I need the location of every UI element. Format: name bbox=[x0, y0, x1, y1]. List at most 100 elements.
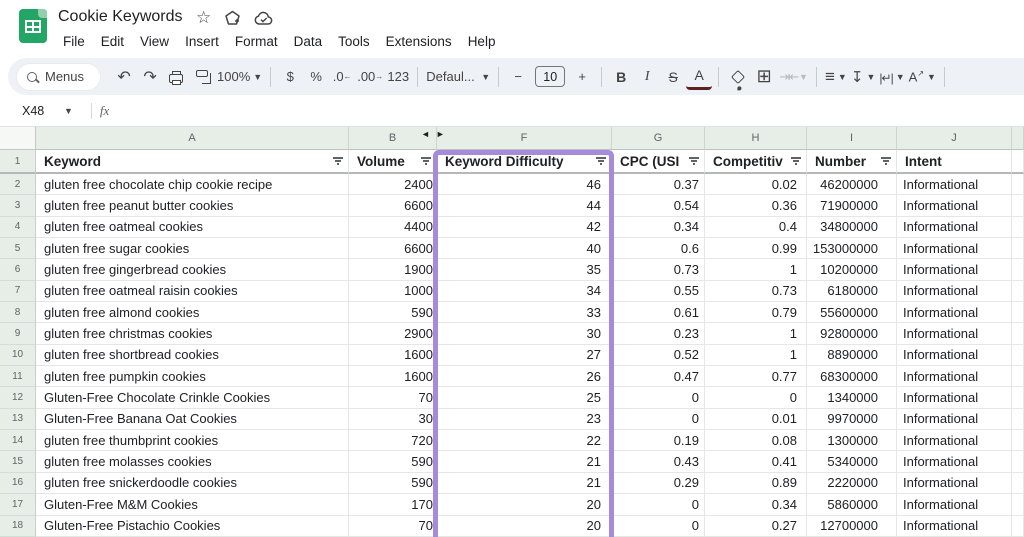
undo-button[interactable] bbox=[111, 64, 137, 90]
move-icon[interactable] bbox=[224, 10, 241, 27]
cell-J15[interactable]: Informational bbox=[897, 451, 1012, 472]
row-header-14[interactable]: 14 bbox=[0, 430, 36, 451]
cell-J7[interactable]: Informational bbox=[897, 281, 1012, 302]
cell-I9[interactable]: 92800000 bbox=[807, 323, 897, 344]
menu-edit[interactable]: Edit bbox=[93, 32, 132, 51]
cell-A2[interactable]: gluten free chocolate chip cookie recipe bbox=[36, 174, 349, 195]
bold-button[interactable]: B bbox=[608, 64, 634, 90]
row-header-9[interactable]: 9 bbox=[0, 323, 36, 344]
cell-blank[interactable] bbox=[1012, 302, 1024, 323]
chevron-down-icon[interactable]: ▼ bbox=[64, 106, 73, 116]
menu-tools[interactable]: Tools bbox=[330, 32, 378, 51]
header-cell-intent[interactable]: Intent bbox=[897, 150, 1012, 174]
cell-F15[interactable]: 21 bbox=[437, 451, 612, 472]
menu-view[interactable]: View bbox=[132, 32, 177, 51]
cell-J9[interactable]: Informational bbox=[897, 323, 1012, 344]
column-header-G[interactable]: G bbox=[612, 127, 705, 150]
row-header-12[interactable]: 12 bbox=[0, 387, 36, 408]
cell-A4[interactable]: gluten free oatmeal cookies bbox=[36, 217, 349, 238]
menu-file[interactable]: File bbox=[55, 32, 93, 51]
text-rotation-button[interactable]: A▼ bbox=[907, 64, 938, 90]
cell-H13[interactable]: 0.01 bbox=[705, 409, 807, 430]
cell-H18[interactable]: 0.27 bbox=[705, 516, 807, 537]
cell-J3[interactable]: Informational bbox=[897, 195, 1012, 216]
cell-J2[interactable]: Informational bbox=[897, 174, 1012, 195]
cell-H16[interactable]: 0.89 bbox=[705, 473, 807, 494]
format-currency-button[interactable]: $ bbox=[277, 64, 303, 90]
cell-A7[interactable]: gluten free oatmeal raisin cookies bbox=[36, 281, 349, 302]
cell-B7[interactable]: 1000 bbox=[349, 281, 437, 302]
cell-blank[interactable] bbox=[1012, 387, 1024, 408]
cell-A8[interactable]: gluten free almond cookies bbox=[36, 302, 349, 323]
filter-icon[interactable] bbox=[881, 157, 891, 165]
cell-I16[interactable]: 2220000 bbox=[807, 473, 897, 494]
cell-I8[interactable]: 55600000 bbox=[807, 302, 897, 323]
increase-decimal-button[interactable]: .00→ bbox=[355, 64, 385, 90]
cell-F17[interactable]: 20 bbox=[437, 494, 612, 515]
cell-I2[interactable]: 46200000 bbox=[807, 174, 897, 195]
cell-J8[interactable]: Informational bbox=[897, 302, 1012, 323]
merge-cells-button[interactable]: ⇥⇤ ▼ bbox=[777, 64, 810, 90]
cell-G2[interactable]: 0.37 bbox=[612, 174, 705, 195]
increase-font-size-button[interactable]: + bbox=[569, 64, 595, 90]
cell-blank[interactable] bbox=[1012, 473, 1024, 494]
filter-icon[interactable] bbox=[333, 157, 343, 165]
fill-color-button[interactable] bbox=[725, 64, 751, 90]
cell-A9[interactable]: gluten free christmas cookies bbox=[36, 323, 349, 344]
cell-blank[interactable] bbox=[1012, 238, 1024, 259]
font-size-input[interactable]: 10 bbox=[535, 66, 565, 87]
cell-H14[interactable]: 0.08 bbox=[705, 430, 807, 451]
header-cell-keyword[interactable]: Keyword bbox=[36, 150, 349, 174]
row-header-3[interactable]: 3 bbox=[0, 195, 36, 216]
cell-H9[interactable]: 1 bbox=[705, 323, 807, 344]
cell-I3[interactable]: 71900000 bbox=[807, 195, 897, 216]
column-header-J[interactable]: J bbox=[897, 127, 1012, 150]
cell-J13[interactable]: Informational bbox=[897, 409, 1012, 430]
borders-button[interactable] bbox=[751, 64, 777, 90]
cell-B4[interactable]: 4400 bbox=[349, 217, 437, 238]
cell-I14[interactable]: 1300000 bbox=[807, 430, 897, 451]
cell-H15[interactable]: 0.41 bbox=[705, 451, 807, 472]
row-header-15[interactable]: 15 bbox=[0, 451, 36, 472]
cell-F10[interactable]: 27 bbox=[437, 345, 612, 366]
cell-A3[interactable]: gluten free peanut butter cookies bbox=[36, 195, 349, 216]
cell-F5[interactable]: 40 bbox=[437, 238, 612, 259]
cell-A17[interactable]: Gluten-Free M&M Cookies bbox=[36, 494, 349, 515]
cell-B2[interactable]: 2400 bbox=[349, 174, 437, 195]
cell-blank[interactable] bbox=[1012, 259, 1024, 280]
cell-F7[interactable]: 34 bbox=[437, 281, 612, 302]
cell-J4[interactable]: Informational bbox=[897, 217, 1012, 238]
row-header-2[interactable]: 2 bbox=[0, 174, 36, 195]
cell-H6[interactable]: 1 bbox=[705, 259, 807, 280]
cell-blank[interactable] bbox=[1012, 281, 1024, 302]
cell-F13[interactable]: 23 bbox=[437, 409, 612, 430]
cell-I15[interactable]: 5340000 bbox=[807, 451, 897, 472]
cell-I13[interactable]: 9970000 bbox=[807, 409, 897, 430]
cell-blank[interactable] bbox=[1012, 430, 1024, 451]
header-cell-keyword-difficulty[interactable]: Keyword Difficulty bbox=[437, 150, 612, 174]
cell-I6[interactable]: 10200000 bbox=[807, 259, 897, 280]
name-box[interactable]: X48 bbox=[22, 104, 64, 118]
cell-B17[interactable]: 170 bbox=[349, 494, 437, 515]
cell-blank[interactable] bbox=[1012, 323, 1024, 344]
cell-B5[interactable]: 6600 bbox=[349, 238, 437, 259]
cell-B9[interactable]: 2900 bbox=[349, 323, 437, 344]
cell-I10[interactable]: 8890000 bbox=[807, 345, 897, 366]
row-header-11[interactable]: 11 bbox=[0, 366, 36, 387]
cell-B18[interactable]: 70 bbox=[349, 516, 437, 537]
filter-icon[interactable] bbox=[689, 157, 699, 165]
cell-blank[interactable] bbox=[1012, 409, 1024, 430]
cell-I12[interactable]: 1340000 bbox=[807, 387, 897, 408]
menus-search[interactable]: Menus bbox=[16, 63, 101, 91]
cloud-status-icon[interactable] bbox=[254, 11, 274, 26]
cell-G3[interactable]: 0.54 bbox=[612, 195, 705, 216]
cell-A12[interactable]: Gluten-Free Chocolate Crinkle Cookies bbox=[36, 387, 349, 408]
row-header-16[interactable]: 16 bbox=[0, 473, 36, 494]
cell-I5[interactable]: 153000000 bbox=[807, 238, 897, 259]
cell-G15[interactable]: 0.43 bbox=[612, 451, 705, 472]
row-header-13[interactable]: 13 bbox=[0, 409, 36, 430]
cell-F11[interactable]: 26 bbox=[437, 366, 612, 387]
cell-F6[interactable]: 35 bbox=[437, 259, 612, 280]
cell-B11[interactable]: 1600 bbox=[349, 366, 437, 387]
cell-blank[interactable] bbox=[1012, 217, 1024, 238]
